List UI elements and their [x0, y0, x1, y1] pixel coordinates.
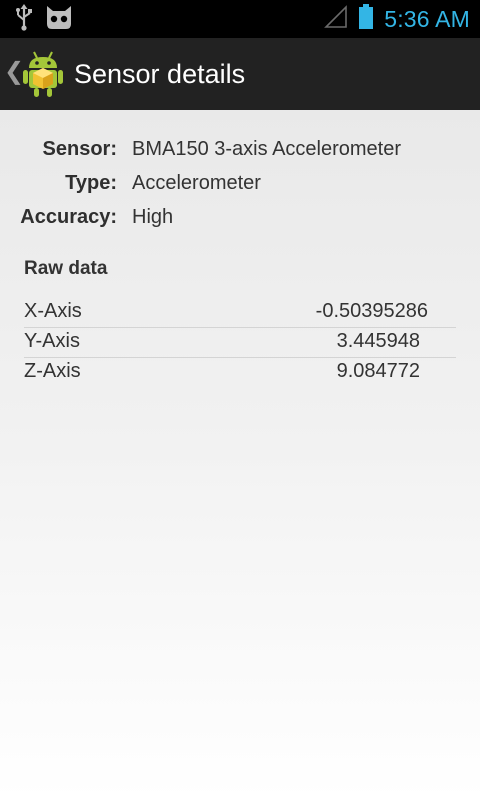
- type-row: Type: Accelerometer: [0, 172, 480, 202]
- raw-data-table: X-Axis -0.50395286 Y-Axis 3.445948 Z-Axi…: [24, 298, 456, 387]
- sensor-label: Sensor:: [42, 138, 117, 160]
- axis-label: Y-Axis: [24, 330, 80, 352]
- sensor-row: Sensor: BMA150 3-axis Accelerometer: [0, 138, 480, 168]
- raw-data-row-y: Y-Axis 3.445948: [24, 328, 456, 358]
- sensor-details-content: Sensor: BMA150 3-axis Accelerometer Type…: [0, 110, 480, 800]
- notification-icons: [14, 3, 74, 36]
- accuracy-label: Accuracy:: [20, 206, 117, 228]
- type-value: Accelerometer: [132, 172, 261, 194]
- battery-icon: [358, 3, 374, 35]
- system-icons: 5:36 AM: [324, 3, 470, 35]
- axis-label: X-Axis: [24, 300, 82, 322]
- android-robot-icon[interactable]: [22, 50, 64, 98]
- accuracy-value: High: [132, 206, 174, 228]
- raw-data-row-x: X-Axis -0.50395286: [24, 298, 456, 328]
- action-bar: ❮ Sensor details: [0, 38, 480, 112]
- raw-data-row-z: Z-Axis 9.084772: [24, 358, 456, 387]
- signal-icon: [324, 4, 348, 34]
- sensor-value: BMA150 3-axis Accelerometer: [132, 138, 402, 160]
- accuracy-row: Accuracy: High: [0, 206, 480, 236]
- axis-value: -0.50395286: [315, 300, 428, 322]
- type-label: Type:: [65, 172, 117, 194]
- raw-data-header: Raw data: [24, 258, 108, 279]
- axis-label: Z-Axis: [24, 360, 81, 382]
- page-title: Sensor details: [74, 59, 246, 89]
- axis-value: 9.084772: [336, 360, 420, 382]
- status-bar: 5:36 AM: [0, 0, 480, 38]
- status-time: 5:36 AM: [384, 5, 470, 32]
- cyanogen-mascot-icon: [44, 4, 74, 35]
- usb-icon: [14, 3, 34, 36]
- axis-value: 3.445948: [336, 330, 420, 352]
